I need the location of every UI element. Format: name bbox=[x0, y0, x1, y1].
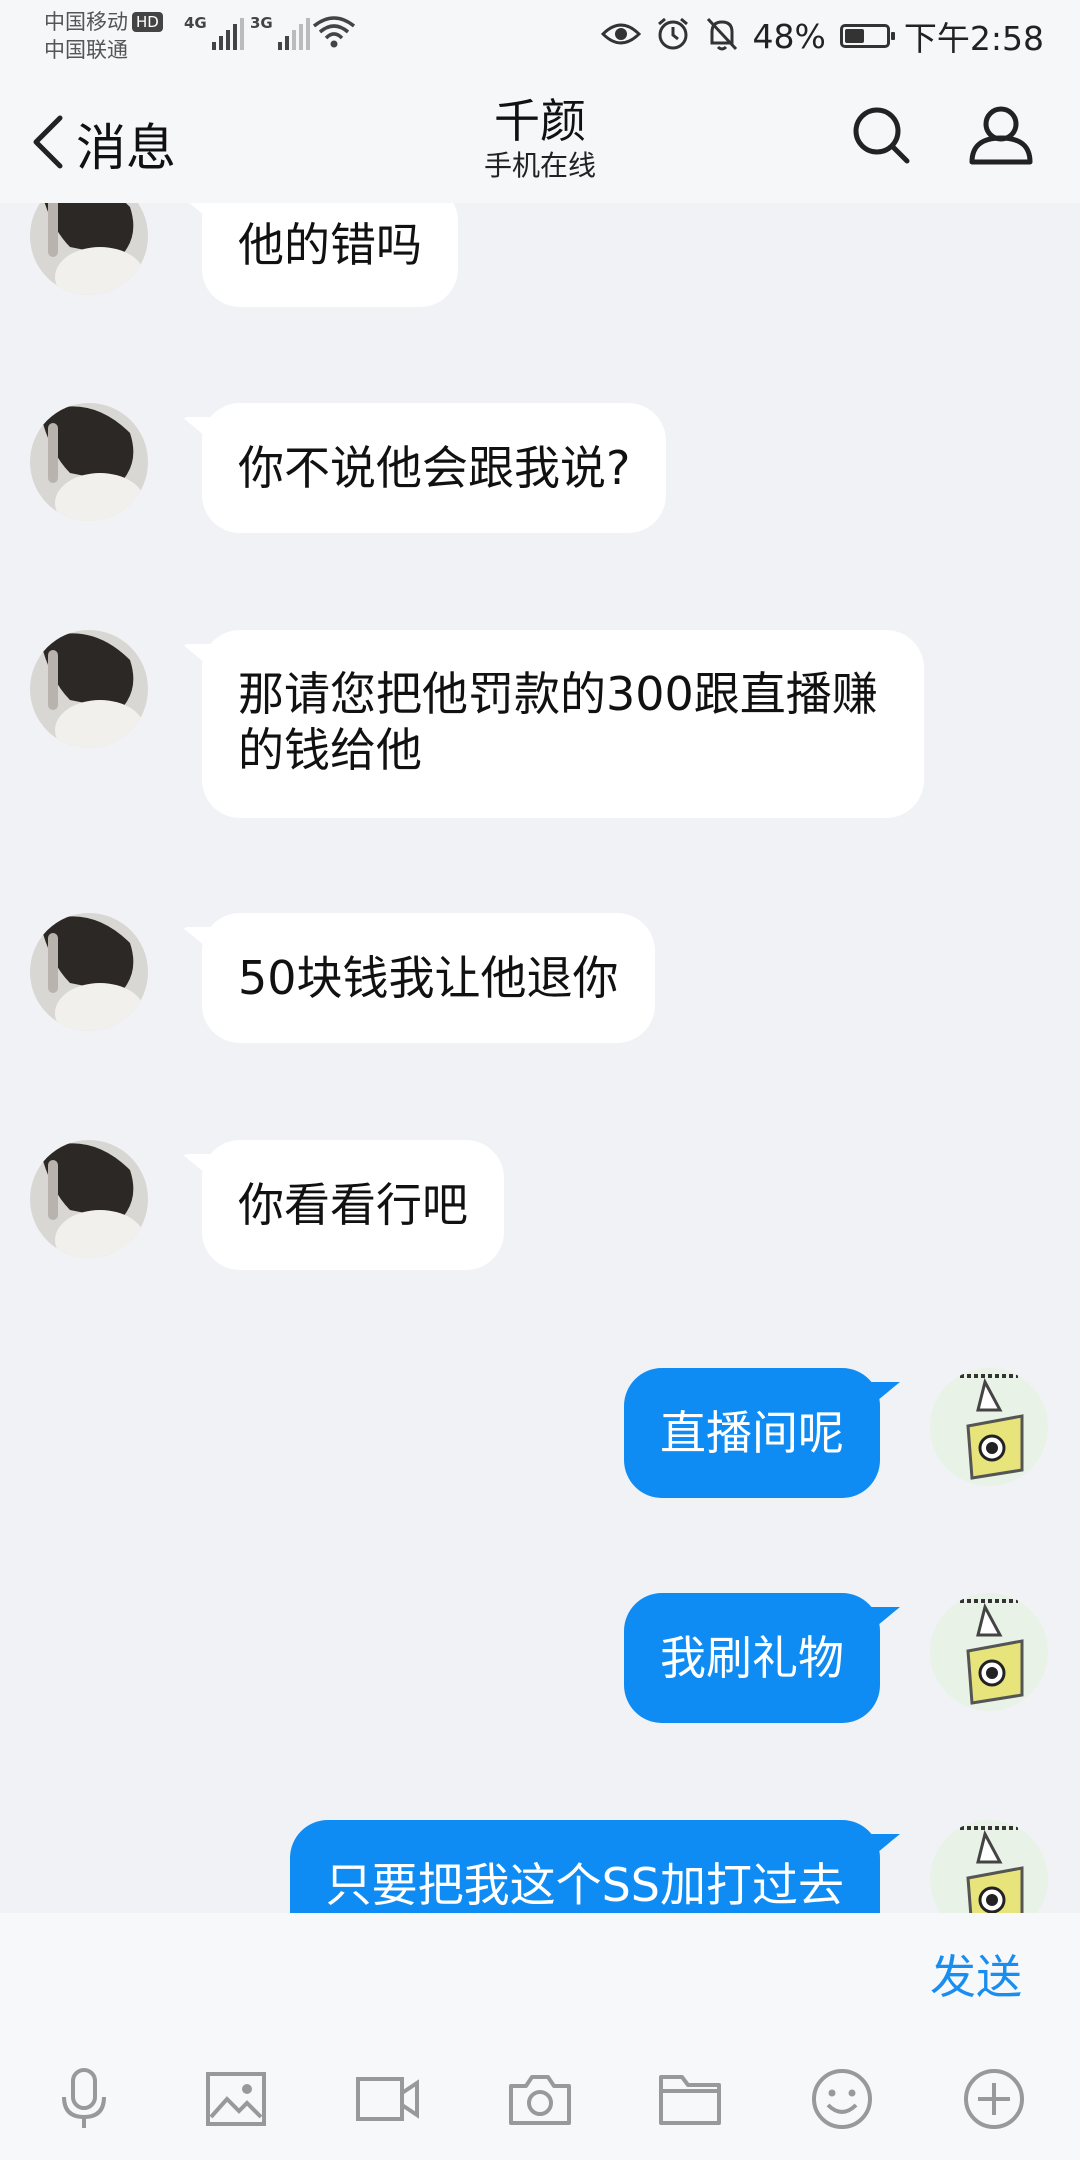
hd-badge: HD bbox=[132, 12, 163, 32]
microphone-icon[interactable] bbox=[50, 2065, 118, 2133]
signal-icon: 4G bbox=[184, 14, 244, 50]
message-bubble-incoming[interactable]: 你不说他会跟我说? bbox=[202, 403, 667, 533]
emoji-icon[interactable] bbox=[808, 2065, 876, 2133]
camera-icon[interactable] bbox=[506, 2065, 574, 2133]
battery-percent: 48% bbox=[752, 16, 826, 56]
message-bubble-incoming[interactable]: 你看看行吧 bbox=[202, 1140, 504, 1270]
message-text: 你看看行吧 bbox=[238, 1178, 468, 1232]
contact-avatar[interactable] bbox=[30, 403, 148, 521]
message-bubble-outgoing[interactable]: 只要把我这个SS加打过去 bbox=[289, 1820, 880, 1913]
chat-header: 消息 千颜 手机在线 bbox=[0, 68, 1080, 203]
message-text: 那请您把他罚款的300跟直播赚的钱给他 bbox=[238, 667, 878, 777]
search-icon[interactable] bbox=[850, 104, 912, 170]
message-bubble-incoming[interactable]: 他的错吗 bbox=[202, 203, 458, 307]
status-bar: 中国移动 HD 中国联通 4G 3G 48% 下午2:58 bbox=[0, 0, 1080, 68]
battery-icon bbox=[839, 24, 895, 48]
network-type-1: 4G bbox=[184, 14, 207, 32]
chat-title: 千颜 bbox=[494, 94, 586, 148]
contact-avatar[interactable] bbox=[30, 1140, 148, 1258]
message-text: 只要把我这个SS加打过去 bbox=[325, 1858, 844, 1912]
carrier-2: 中国联通 bbox=[44, 38, 128, 62]
input-toolbar bbox=[0, 2037, 1080, 2160]
message-text: 50块钱我让他退你 bbox=[238, 951, 619, 1005]
message-bubble-outgoing[interactable]: 我刷礼物 bbox=[624, 1593, 880, 1723]
profile-icon[interactable] bbox=[968, 104, 1034, 170]
online-status: 手机在线 bbox=[483, 149, 596, 182]
send-button[interactable]: 发送 bbox=[930, 1941, 1022, 2007]
message-bubble-incoming[interactable]: 那请您把他罚款的300跟直播赚的钱给他 bbox=[202, 630, 924, 818]
message-text: 他的错吗 bbox=[238, 218, 422, 272]
contact-avatar[interactable] bbox=[30, 630, 148, 748]
network-type-2: 3G bbox=[250, 14, 273, 32]
message-bubble-outgoing[interactable]: 直播间呢 bbox=[624, 1368, 880, 1498]
contact-avatar[interactable] bbox=[30, 913, 148, 1031]
message-text: 你不说他会跟我说? bbox=[238, 441, 631, 495]
wifi-icon bbox=[312, 14, 356, 54]
message-bubble-incoming[interactable]: 50块钱我让他退你 bbox=[202, 913, 655, 1043]
back-chevron-icon bbox=[28, 114, 76, 174]
self-avatar[interactable] bbox=[930, 1820, 1048, 1913]
clock: 下午2:58 bbox=[903, 19, 1044, 58]
self-avatar[interactable] bbox=[930, 1593, 1048, 1711]
status-right: 48% 下午2:58 bbox=[600, 8, 1044, 64]
plus-icon[interactable] bbox=[960, 2065, 1028, 2133]
back-button[interactable]: 消息 bbox=[28, 108, 176, 180]
video-icon[interactable] bbox=[354, 2065, 422, 2133]
self-avatar[interactable] bbox=[930, 1368, 1048, 1486]
message-list[interactable]: 他的错吗 你不说他会跟我说? 那请您把他罚款的300跟直播赚的钱给他 50块钱我… bbox=[0, 203, 1080, 1913]
carrier-1: 中国移动 bbox=[44, 10, 128, 34]
chat-title-block[interactable]: 千颜 手机在线 bbox=[340, 94, 740, 184]
eye-icon bbox=[600, 20, 641, 52]
message-text: 我刷礼物 bbox=[660, 1631, 844, 1685]
carrier-info: 中国移动 HD 中国联通 bbox=[44, 8, 163, 64]
signal-icon: 3G bbox=[250, 14, 310, 50]
bell-off-icon bbox=[705, 16, 739, 56]
image-icon[interactable] bbox=[202, 2065, 270, 2133]
contact-avatar[interactable] bbox=[30, 203, 148, 295]
message-text: 直播间呢 bbox=[660, 1406, 844, 1460]
input-bar[interactable]: 发送 bbox=[0, 1913, 1080, 2039]
folder-icon[interactable] bbox=[656, 2065, 724, 2133]
battery-fill bbox=[844, 29, 864, 43]
alarm-icon bbox=[655, 16, 691, 56]
back-label: 消息 bbox=[76, 119, 176, 177]
